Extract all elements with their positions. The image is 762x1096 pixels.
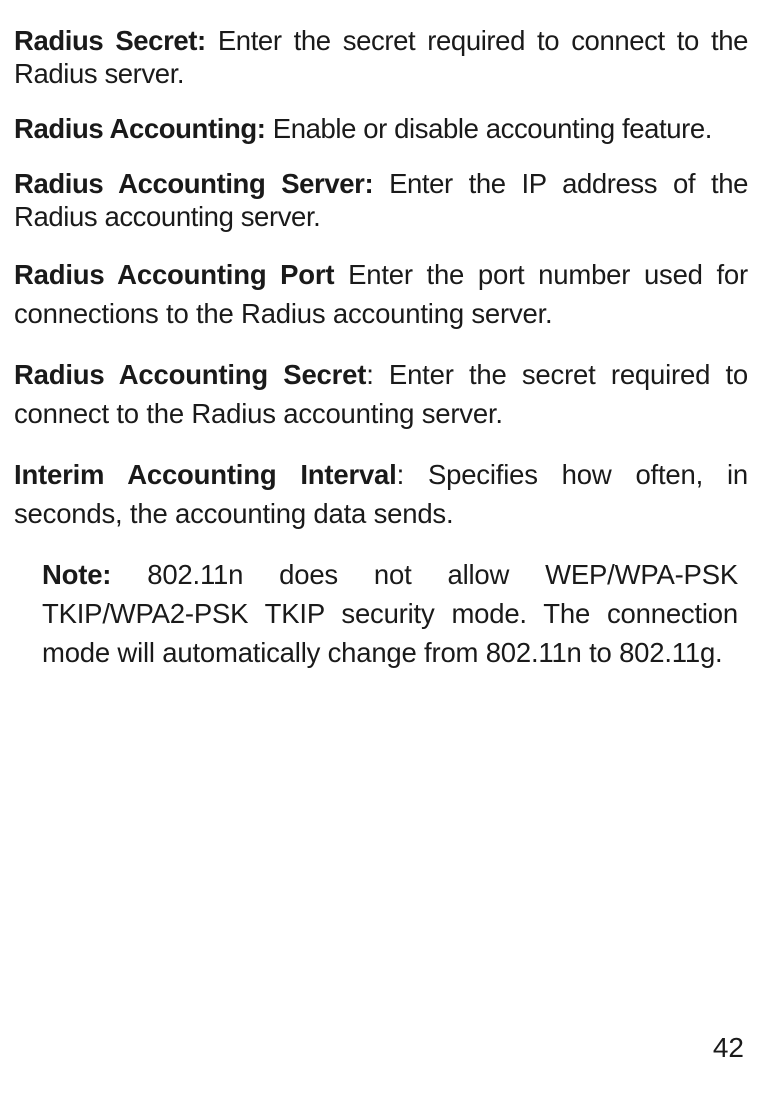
definition-radius-secret: Radius Secret: Enter the secret required… [14, 24, 748, 90]
page-number: 42 [713, 1032, 744, 1064]
note-label: Note: [42, 559, 111, 590]
document-content: Radius Secret: Enter the secret required… [0, 24, 762, 672]
note-paragraph: Note: 802.11n does not allow WEP/WPA-PSK… [42, 555, 738, 672]
definition-label: Radius Accounting Server: [14, 168, 373, 199]
definition-label: Radius Accounting: [14, 113, 266, 144]
definition-text: Enable or disable accounting feature. [273, 113, 712, 144]
definition-interim-accounting-interval: Interim Accounting Interval: Specifies h… [14, 455, 748, 533]
definition-radius-accounting: Radius Accounting: Enable or disable acc… [14, 112, 748, 145]
definition-radius-accounting-secret: Radius Accounting Secret: Enter the secr… [14, 355, 748, 433]
note-text: 802.11n does not allow WEP/WPA-PSK TKIP/… [42, 559, 738, 668]
definition-label: Radius Secret: [14, 25, 206, 56]
definition-label: Radius Accounting Port [14, 259, 334, 290]
definition-label: Radius Accounting Secret [14, 359, 366, 390]
definition-label: Interim Accounting Interval [14, 459, 397, 490]
definition-radius-accounting-port: Radius Accounting Port Enter the port nu… [14, 255, 748, 333]
definition-radius-accounting-server: Radius Accounting Server: Enter the IP a… [14, 167, 748, 233]
note-block: Note: 802.11n does not allow WEP/WPA-PSK… [14, 555, 748, 672]
